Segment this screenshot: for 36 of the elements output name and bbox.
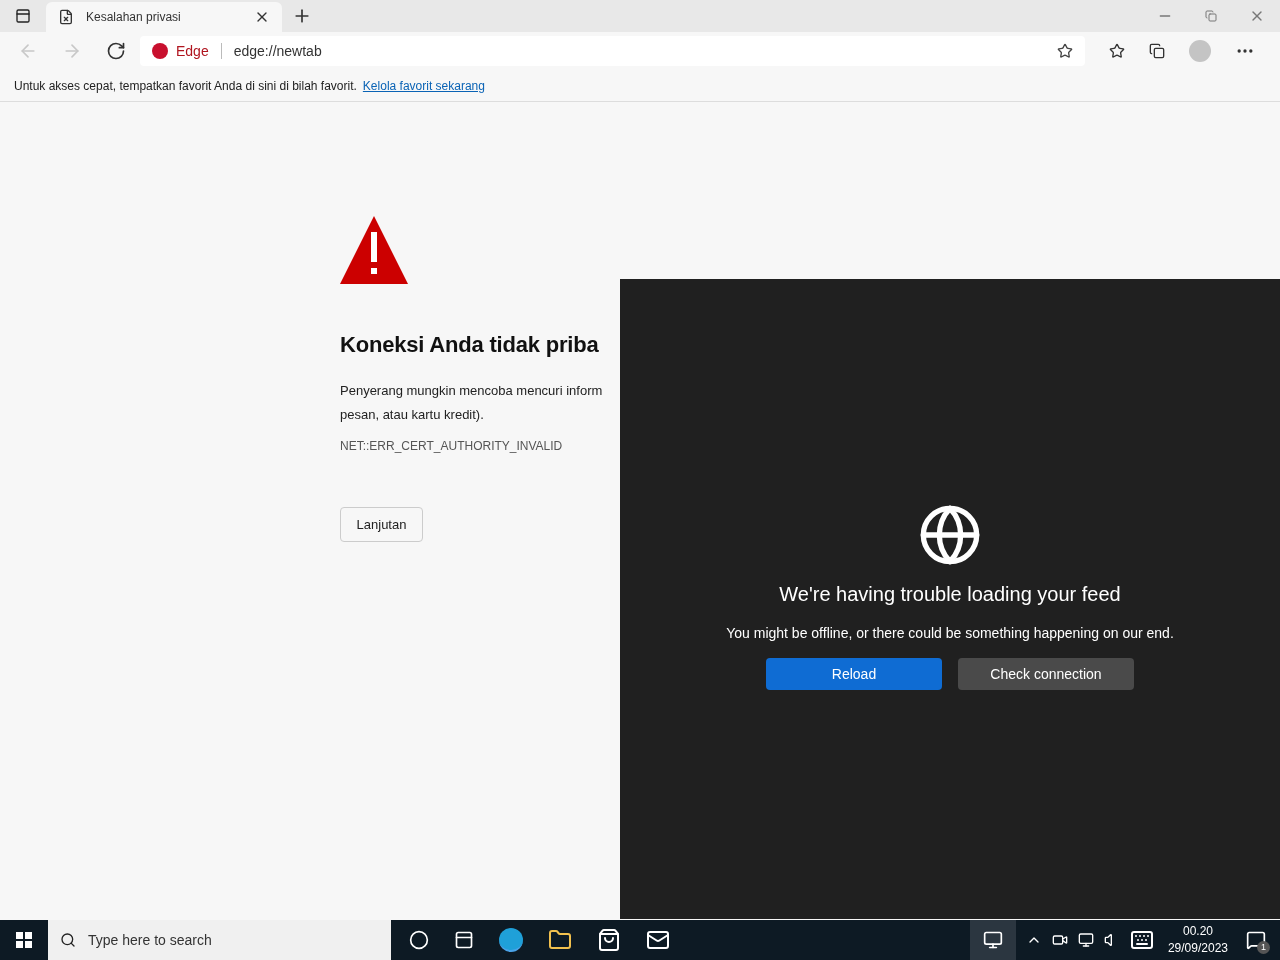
- clock-time: 00.20: [1182, 923, 1213, 940]
- file-explorer-icon[interactable]: [548, 928, 572, 952]
- warning-icon: [340, 216, 408, 284]
- mail-icon[interactable]: [646, 928, 670, 952]
- feed-error-title: We're having trouble loading your feed: [779, 582, 1121, 607]
- notification-badge: 1: [1257, 941, 1270, 954]
- browser-tab[interactable]: Kesalahan privasi: [46, 2, 282, 32]
- page-error-icon: [58, 9, 74, 25]
- address-bar[interactable]: Edge edge://newtab: [140, 36, 1085, 66]
- error-description: Penyerang mungkin mencoba mencuri inform pesan, atau kartu kredit).: [340, 382, 604, 424]
- advanced-button[interactable]: Lanjutan: [340, 507, 423, 542]
- network-icon[interactable]: [1077, 932, 1094, 948]
- add-favorite-icon[interactable]: [1057, 43, 1073, 59]
- url-text: edge://newtab: [233, 41, 323, 61]
- reload-button[interactable]: Reload: [766, 658, 942, 690]
- keyboard-icon[interactable]: [1129, 928, 1154, 952]
- taskbar-search-field[interactable]: Type here to search: [48, 920, 391, 960]
- cortana-icon[interactable]: [409, 930, 429, 950]
- camera-icon[interactable]: [1051, 932, 1068, 948]
- check-connection-button[interactable]: Check connection: [958, 658, 1134, 690]
- feed-error-message: You might be offline, or there could be something happening on our end.: [726, 624, 1174, 643]
- search-icon: [60, 932, 76, 948]
- windows-start-icon[interactable]: [16, 932, 32, 948]
- error-heading: Koneksi Anda tidak priba: [340, 331, 600, 359]
- manage-favorites-link[interactable]: Kelola favorit sekarang: [362, 76, 485, 95]
- store-icon[interactable]: [597, 928, 621, 952]
- site-label: Edge: [176, 41, 209, 61]
- tab-title: Kesalahan privasi: [86, 9, 182, 26]
- tab-actions-icon[interactable]: [15, 8, 31, 24]
- reload-icon[interactable]: [106, 41, 126, 61]
- task-view-icon[interactable]: [454, 930, 474, 950]
- favorites-icon[interactable]: [1109, 43, 1125, 59]
- clock-date: 29/09/2023: [1167, 940, 1228, 957]
- favorites-bar-message: Untuk akses cepat, tempatkan favorit Anda di sini di bilah favorit.: [14, 77, 357, 95]
- collections-icon[interactable]: [1149, 43, 1165, 59]
- error-code: NET::ERR_CERT_AUTHORITY_INVALID: [340, 438, 564, 455]
